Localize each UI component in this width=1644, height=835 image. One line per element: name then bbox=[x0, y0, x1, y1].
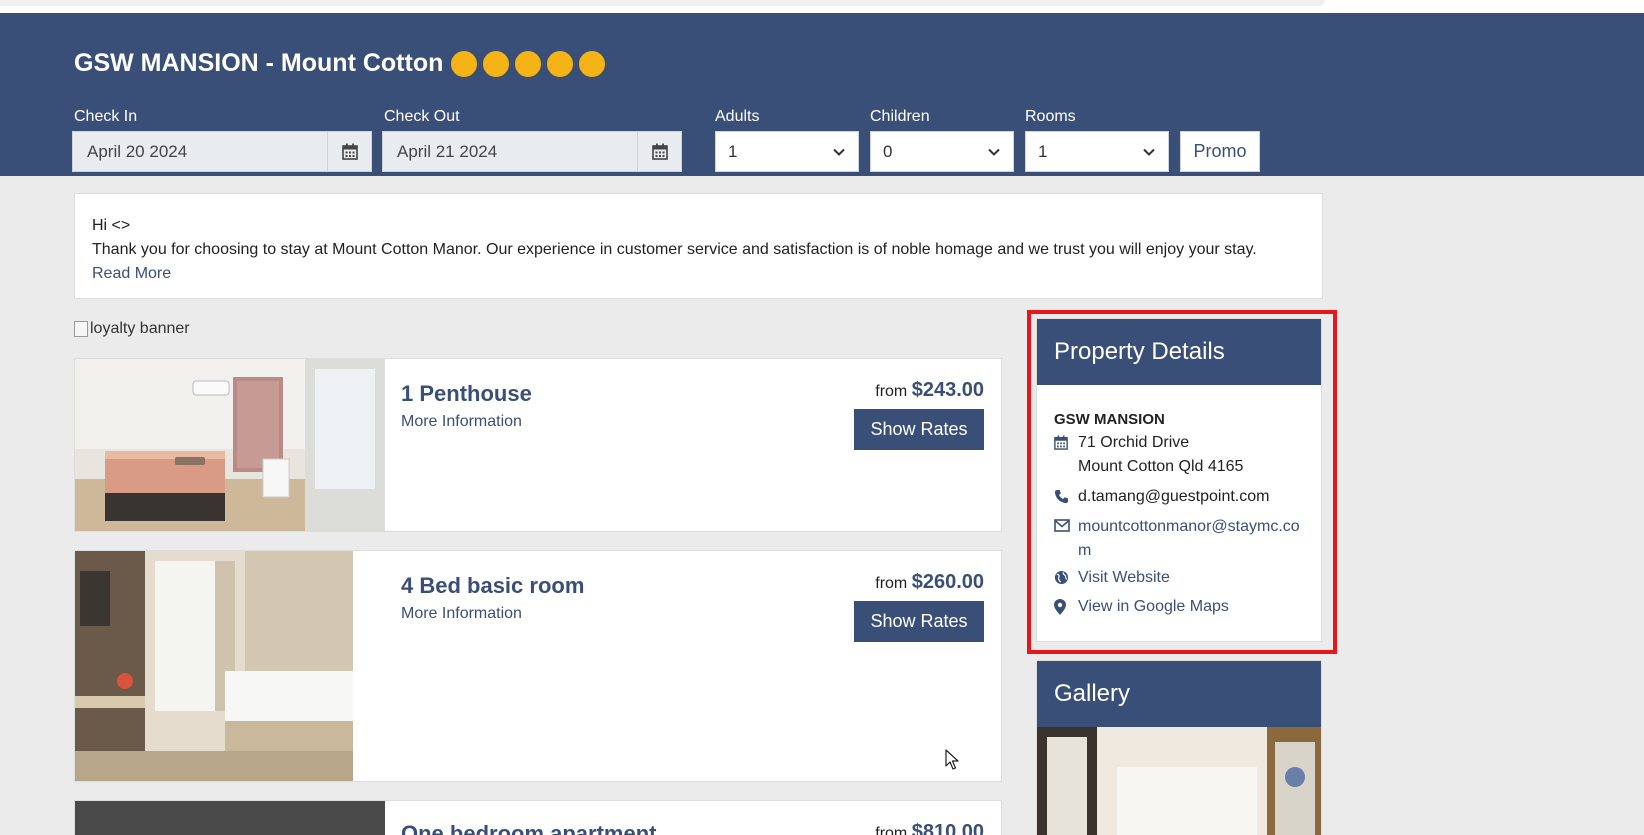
price-from-label: from bbox=[875, 383, 908, 400]
children-value: 0 bbox=[883, 141, 893, 161]
welcome-message-box: Hi <> Thank you for choosing to stay at … bbox=[74, 193, 1323, 299]
read-more-link[interactable]: Read More bbox=[92, 262, 1305, 286]
adults-select[interactable]: 1 bbox=[715, 131, 859, 172]
booking-header: GSW MANSION - Mount Cotton Check In Apri… bbox=[0, 13, 1644, 176]
highlight-box bbox=[1027, 310, 1337, 654]
promo-button[interactable]: Promo bbox=[1180, 131, 1260, 172]
welcome-greeting: Hi <> bbox=[92, 217, 131, 234]
room-price: from $243.00 bbox=[875, 379, 984, 402]
browser-top-shadow bbox=[0, 0, 1325, 6]
children-select[interactable]: 0 bbox=[870, 131, 1014, 172]
star-icon bbox=[547, 50, 574, 77]
hotel-name: GSW MANSION - Mount Cotton bbox=[74, 49, 444, 77]
check-in-field[interactable]: April 20 2024 bbox=[72, 131, 372, 172]
chevron-down-icon bbox=[1143, 148, 1155, 156]
rooms-label: Rooms bbox=[1025, 108, 1076, 125]
star-icon bbox=[451, 50, 478, 77]
price-from-label: from bbox=[875, 825, 908, 835]
more-information-link[interactable]: More Information bbox=[401, 605, 522, 623]
rooms-value: 1 bbox=[1038, 141, 1048, 161]
gallery-image[interactable] bbox=[1037, 727, 1321, 835]
mouse-cursor-icon bbox=[945, 749, 959, 770]
check-in-value: April 20 2024 bbox=[87, 142, 188, 161]
star-icon bbox=[515, 50, 542, 77]
loyalty-banner-alt: loyalty banner bbox=[90, 320, 190, 337]
room-photo[interactable] bbox=[75, 801, 385, 835]
loyalty-banner: loyalty banner bbox=[74, 320, 190, 338]
gallery-heading: Gallery bbox=[1037, 661, 1321, 727]
gallery-panel: Gallery bbox=[1036, 660, 1322, 835]
browser-top-strip bbox=[0, 0, 1644, 13]
room-card: 1 Penthouse More Information from $243.0… bbox=[74, 358, 1002, 532]
check-out-field[interactable]: April 21 2024 bbox=[382, 131, 682, 172]
room-name[interactable]: One bedroom apartment bbox=[401, 821, 656, 835]
children-label: Children bbox=[870, 108, 930, 125]
adults-label: Adults bbox=[715, 108, 760, 125]
room-name[interactable]: 1 Penthouse bbox=[401, 381, 532, 407]
room-name[interactable]: 4 Bed basic room bbox=[401, 573, 584, 599]
room-price: from $810.00 bbox=[875, 821, 984, 835]
room-card: 4 Bed basic room More Information from $… bbox=[74, 550, 1002, 782]
adults-value: 1 bbox=[728, 141, 738, 161]
show-rates-button[interactable]: Show Rates bbox=[854, 601, 984, 642]
more-information-link[interactable]: More Information bbox=[401, 413, 522, 431]
price-amount: $810.00 bbox=[911, 821, 984, 835]
price-amount: $243.00 bbox=[911, 379, 984, 401]
room-photo[interactable] bbox=[75, 359, 385, 531]
calendar-icon[interactable] bbox=[637, 132, 681, 171]
broken-image-icon bbox=[74, 321, 88, 337]
room-photo[interactable] bbox=[75, 551, 353, 781]
star-rating bbox=[451, 50, 611, 77]
star-icon bbox=[579, 50, 606, 77]
check-in-label: Check In bbox=[74, 108, 138, 125]
price-from-label: from bbox=[875, 575, 908, 592]
chevron-down-icon bbox=[988, 148, 1000, 156]
show-rates-button[interactable]: Show Rates bbox=[854, 409, 984, 450]
rooms-select[interactable]: 1 bbox=[1025, 131, 1169, 172]
check-out-value: April 21 2024 bbox=[397, 142, 498, 161]
room-price: from $260.00 bbox=[875, 571, 984, 594]
room-card: One bedroom apartment from $810.00 bbox=[74, 800, 1002, 835]
price-amount: $260.00 bbox=[911, 571, 984, 593]
star-icon bbox=[483, 50, 510, 77]
welcome-text: Thank you for choosing to stay at Mount … bbox=[92, 241, 1257, 258]
hotel-title: GSW MANSION - Mount Cotton bbox=[74, 49, 611, 78]
calendar-icon[interactable] bbox=[327, 132, 371, 171]
chevron-down-icon bbox=[833, 148, 845, 156]
check-out-label: Check Out bbox=[384, 108, 460, 125]
